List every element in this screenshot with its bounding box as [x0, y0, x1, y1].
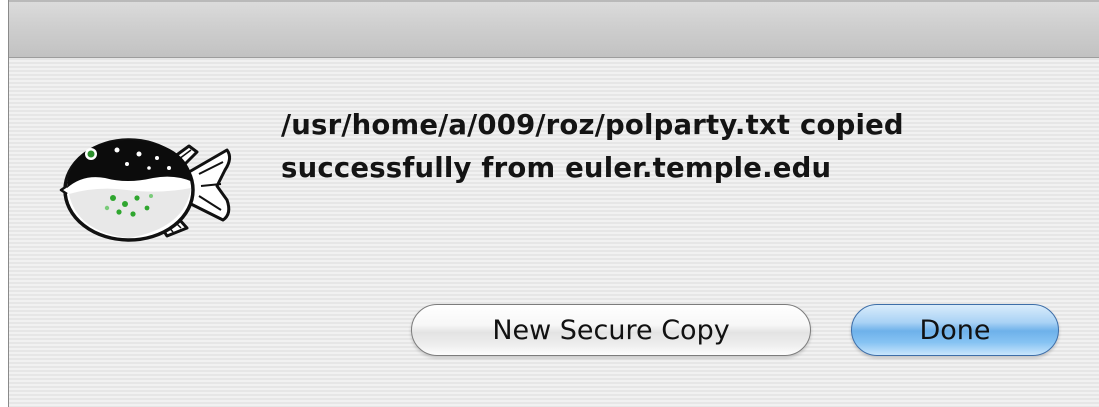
pufferfish-app-icon: [57, 128, 235, 246]
title-bar[interactable]: [9, 0, 1099, 58]
done-label: Done: [919, 314, 991, 346]
dialog-window: /usr/home/a/009/roz/polparty.txt copied …: [8, 0, 1099, 407]
status-message-line2: successfully from euler.temple.edu: [281, 152, 832, 184]
new-secure-copy-label: New Secure Copy: [492, 314, 730, 346]
new-secure-copy-button[interactable]: New Secure Copy: [411, 304, 811, 356]
status-message: /usr/home/a/009/roz/polparty.txt copied …: [281, 104, 1071, 190]
done-button[interactable]: Done: [851, 304, 1059, 356]
status-message-line1: /usr/home/a/009/roz/polparty.txt copied: [281, 109, 904, 141]
title-bar-edge: [9, 0, 1099, 2]
